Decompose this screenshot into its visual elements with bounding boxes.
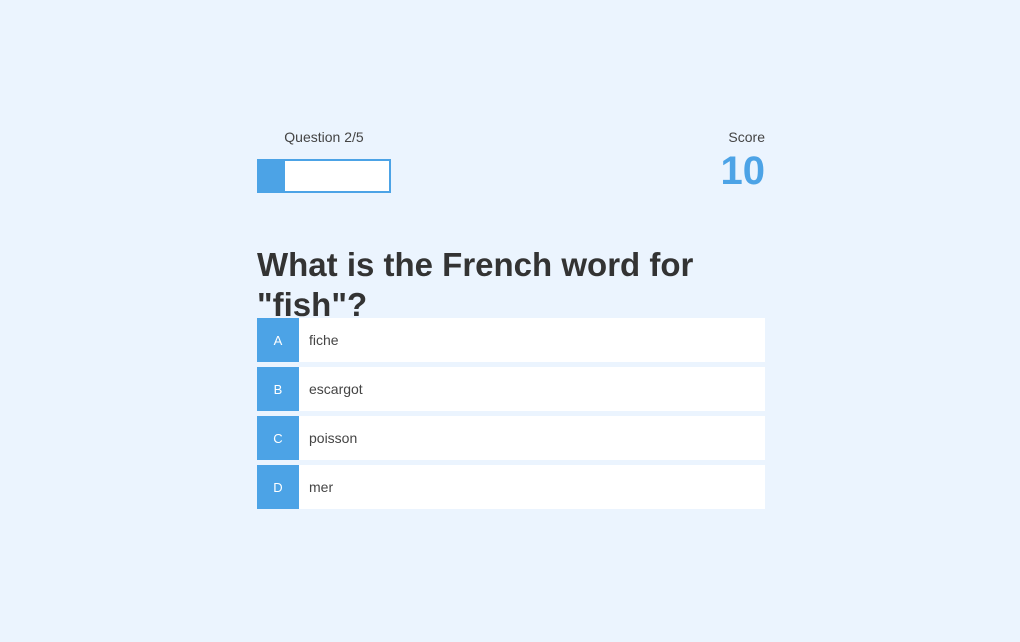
- quiz-hud: Question 2/5 Score 10: [257, 127, 765, 195]
- choice-b[interactable]: B escargot: [257, 367, 765, 411]
- progress-fill: [259, 161, 285, 191]
- choice-text: mer: [309, 479, 334, 495]
- choice-a[interactable]: A fiche: [257, 318, 765, 362]
- question-counter: Question 2/5: [284, 129, 364, 145]
- score-value: 10: [720, 149, 766, 193]
- score-label: Score: [728, 129, 765, 145]
- choice-letter: C: [257, 416, 299, 460]
- score-block: Score 10: [721, 127, 766, 191]
- choice-d[interactable]: D mer: [257, 465, 765, 509]
- choice-list: A fiche B escargot C poisson D mer: [257, 318, 765, 509]
- choice-text: escargot: [309, 381, 363, 397]
- choice-text: poisson: [309, 430, 358, 446]
- question-text: What is the French word for "fish"?: [257, 246, 694, 323]
- progress-block: Question 2/5: [257, 127, 391, 193]
- choice-letter: D: [257, 465, 299, 509]
- choice-text: fiche: [309, 332, 339, 348]
- choice-letter: B: [257, 367, 299, 411]
- progress-bar: [257, 159, 391, 193]
- quiz-container: Question 2/5 Score 10 What is the French…: [257, 127, 765, 514]
- choice-c[interactable]: C poisson: [257, 416, 765, 460]
- choice-letter: A: [257, 318, 299, 362]
